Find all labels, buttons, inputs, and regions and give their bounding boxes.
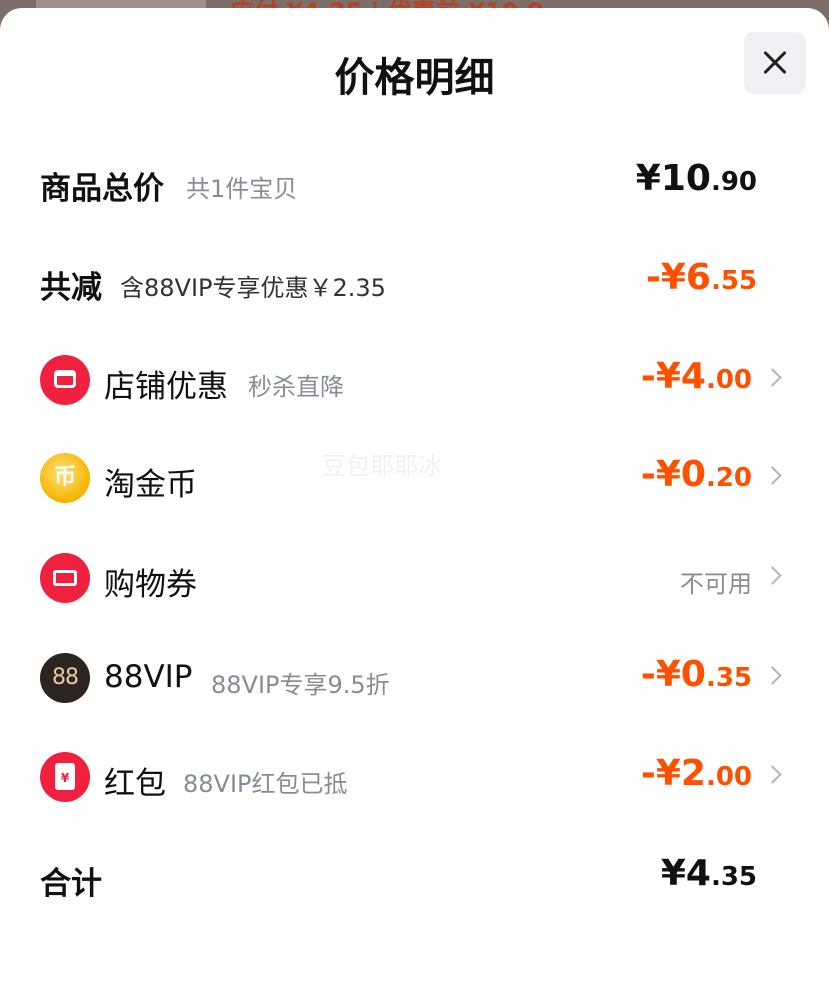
goods-total-label: 商品总价	[40, 171, 164, 207]
total-discount-amount: -¥6.55	[645, 257, 757, 298]
coupon-icon	[40, 553, 90, 603]
total-discount-label: 共减	[40, 270, 102, 306]
coupon-status: 不可用	[680, 570, 752, 598]
taojinbi-amount: -¥0.20	[640, 454, 752, 495]
vip-label: 88VIP	[104, 659, 193, 695]
red-packet-note: 88VIP红包已抵	[183, 770, 348, 798]
vip-amount: -¥0.35	[640, 654, 752, 695]
taojinbi-label: 淘金币	[104, 467, 197, 503]
store-discount-label: 店铺优惠	[104, 369, 228, 405]
chevron-right-icon	[763, 765, 782, 784]
sheet-title: 价格明细	[334, 55, 495, 101]
red-packet-row[interactable]: 红包 88VIP红包已抵 -¥2.00	[0, 747, 829, 807]
chevron-right-icon	[763, 368, 782, 387]
goods-count: 共1件宝贝	[186, 175, 298, 203]
shopping-coupon-label: 购物券	[104, 567, 197, 603]
watermark: 豆包耶耶冰	[322, 452, 442, 480]
red-packet-icon	[40, 752, 90, 802]
vip-row[interactable]: 88 88VIP 88VIP专享9.5折 -¥0.35	[0, 648, 829, 708]
chevron-right-icon	[763, 466, 782, 485]
red-packet-amount: -¥2.00	[640, 753, 752, 794]
store-discount-note: 秒杀直降	[248, 373, 344, 401]
goods-total-amount: ¥10.90	[635, 158, 757, 199]
store-icon	[40, 355, 90, 405]
vip-icon: 88	[40, 653, 90, 703]
vip-included-note: 含88VIP专享优惠￥2.35	[120, 274, 386, 302]
goods-total-row: 商品总价 共1件宝贝 ¥10.90	[0, 152, 829, 212]
close-icon[interactable]	[744, 32, 806, 94]
red-packet-label: 红包	[104, 766, 166, 802]
coin-icon: 币	[40, 453, 90, 503]
store-discount-row[interactable]: 店铺优惠 秒杀直降 -¥4.00	[0, 350, 829, 410]
chevron-right-icon	[763, 566, 782, 585]
grand-total-row: 合计 ¥4.35	[0, 847, 829, 907]
chevron-right-icon	[763, 666, 782, 685]
grand-total-label: 合计	[40, 866, 102, 902]
store-discount-amount: -¥4.00	[640, 356, 752, 397]
shopping-coupon-row[interactable]: 购物券 不可用	[0, 548, 829, 608]
vip-note: 88VIP专享9.5折	[211, 671, 390, 699]
grand-total-amount: ¥4.35	[660, 853, 757, 894]
total-discount-row: 共减 含88VIP专享优惠￥2.35 -¥6.55	[0, 251, 829, 311]
